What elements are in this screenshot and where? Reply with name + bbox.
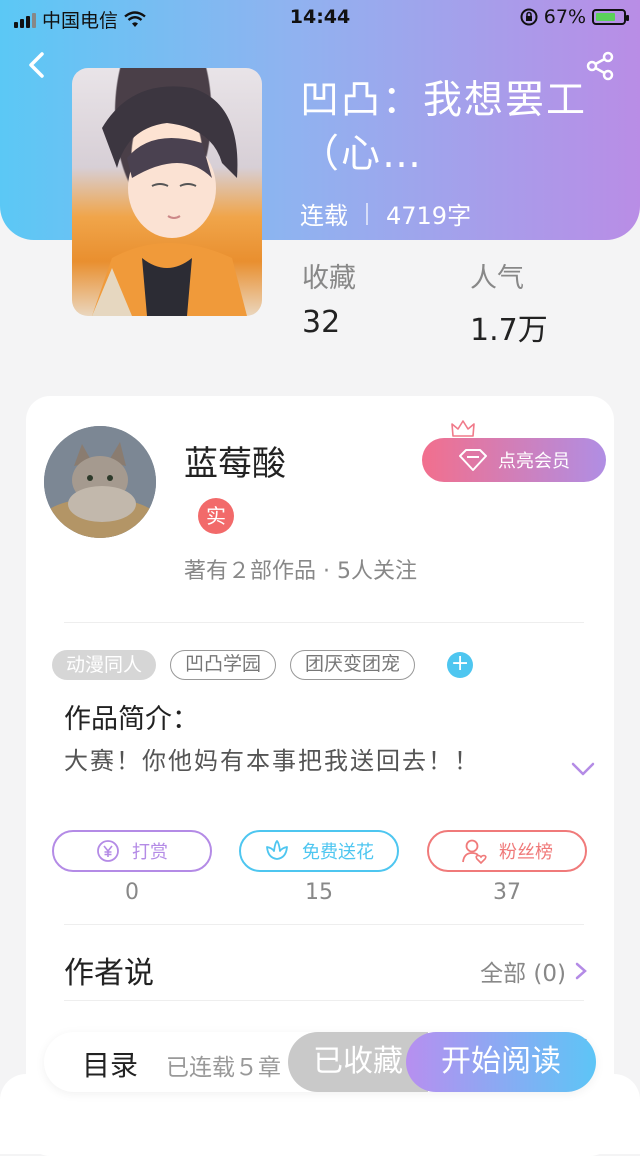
divider <box>64 1000 584 1001</box>
tag-item[interactable]: 团厌变团宠 <box>290 650 416 680</box>
verified-badge: 实 <box>198 498 234 534</box>
fan-count: 37 <box>493 880 521 905</box>
add-tag-icon[interactable]: + <box>447 652 474 678</box>
intro-text: 大赛！你他妈有本事把我送回去！！ <box>64 747 480 775</box>
popularity-label: 人气 <box>470 263 524 294</box>
divider <box>64 622 584 623</box>
author-name[interactable]: 蓝莓酸 <box>184 436 286 485</box>
book-title: 凹凸：我想罢工（心… <box>300 78 588 177</box>
favorites-stat: 收藏 32 <box>302 256 356 340</box>
send-flower-label: 免费送花 <box>302 842 374 863</box>
intro-heading: 作品简介： <box>64 704 199 735</box>
flower-icon <box>266 840 288 860</box>
chevron-down-icon[interactable] <box>570 760 596 778</box>
diamond-icon <box>459 449 487 471</box>
author-says-row[interactable]: 作者说 全部 (0) <box>64 948 588 992</box>
tip-button-label: 打赏 <box>132 842 168 863</box>
vip-button-label: 点亮会员 <box>498 451 570 472</box>
send-flower-button[interactable]: 免费送花 <box>239 830 399 872</box>
flower-count: 15 <box>305 880 333 905</box>
vip-button[interactable]: 点亮会员 <box>422 438 606 482</box>
fan-ranking-label: 粉丝榜 <box>499 842 553 863</box>
word-count: 4719字 <box>386 202 472 230</box>
tag-list: 动漫同人 凹凸学园 团厌变团宠 + <box>52 650 474 680</box>
tip-button[interactable]: 打赏 <box>52 830 212 872</box>
avatar-cat-image <box>44 426 156 538</box>
cover-illustration <box>92 86 247 316</box>
toc-button[interactable]: 目录 <box>82 1044 138 1084</box>
author-says-link-label: 全部 (0) <box>480 961 566 987</box>
fan-icon <box>462 839 487 864</box>
favorites-value: 32 <box>302 305 341 340</box>
chapter-count: 已连载５章 <box>166 1055 281 1081</box>
meta-divider <box>366 202 368 225</box>
popularity-value: 1.7万 <box>470 313 548 348</box>
crown-icon <box>451 420 475 437</box>
battery-icon <box>592 9 629 25</box>
tag-item[interactable]: 动漫同人 <box>52 650 157 680</box>
book-status: 连载 <box>300 202 348 230</box>
book-meta: 连载 4719字 <box>300 196 471 231</box>
avatar[interactable] <box>44 426 156 538</box>
yen-icon <box>97 840 119 862</box>
tag-item[interactable]: 凹凸学园 <box>170 650 277 680</box>
back-icon[interactable] <box>22 50 52 80</box>
divider <box>64 924 584 925</box>
popularity-stat: 人气 1.7万 <box>470 256 548 349</box>
author-stats: 著有２部作品 · 5人关注 <box>184 559 417 584</box>
battery-percent: 67% <box>543 6 586 28</box>
tip-count: 0 <box>125 880 139 905</box>
book-cover[interactable] <box>72 68 262 316</box>
start-reading-button[interactable]: 开始阅读 <box>406 1032 596 1092</box>
favorites-label: 收藏 <box>302 263 356 294</box>
rotation-lock-icon <box>520 8 538 26</box>
status-bar: 中国电信 14:44 67% <box>0 6 640 34</box>
author-says-heading: 作者说 <box>64 956 154 991</box>
fan-ranking-button[interactable]: 粉丝榜 <box>427 830 587 872</box>
author-says-link[interactable]: 全部 (0) <box>480 954 588 988</box>
chevron-right-icon <box>575 962 587 980</box>
